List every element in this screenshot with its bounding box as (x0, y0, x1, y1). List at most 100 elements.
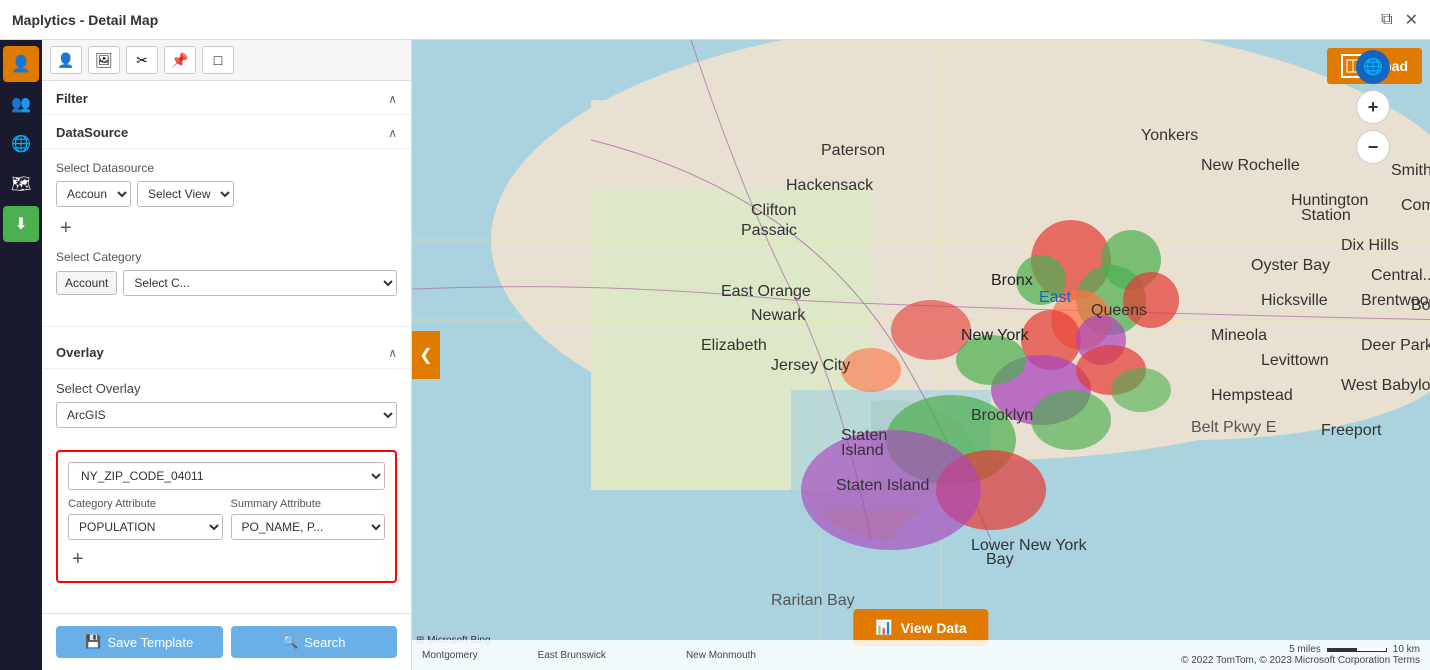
panel-tabs: 👤 🖼 ✂ 📌 □ (42, 40, 411, 81)
svg-text:Jersey City: Jersey City (771, 357, 850, 374)
summary-attribute-label: Summary Attribute (231, 498, 386, 510)
arcgis-row: ArcGIS (56, 402, 397, 428)
restore-button[interactable]: ⧉ (1381, 10, 1392, 30)
svg-text:East Orange: East Orange (721, 283, 811, 300)
map-area: Yonkers New Rochelle Paterson Hackensack… (412, 40, 1430, 670)
svg-text:Levittown: Levittown (1261, 352, 1329, 369)
overlay-title: Overlay (56, 345, 104, 360)
datasource-section-header[interactable]: DataSource ∧ (42, 115, 411, 149)
scale-bar: 5 miles 10 km (1289, 644, 1420, 655)
close-button[interactable]: ✕ (1405, 10, 1418, 30)
svg-text:Dix Hills: Dix Hills (1341, 237, 1399, 254)
datasource-chevron: ∧ (388, 126, 397, 140)
group-button[interactable]: 👥 (3, 86, 39, 122)
map-nav-left-button[interactable]: ❮ (412, 331, 440, 379)
search-icon: 🔍 (282, 634, 298, 650)
zip-code-dropdown[interactable]: NY_ZIP_CODE_04011 (68, 462, 385, 490)
search-button[interactable]: 🔍 Search (231, 626, 398, 658)
map-new-monmouth: New Monmouth (686, 650, 756, 661)
svg-text:Elizabeth: Elizabeth (701, 337, 767, 354)
svg-text:Hempstead: Hempstead (1211, 387, 1293, 404)
svg-text:Staten Island: Staten Island (836, 477, 929, 494)
globe-button[interactable]: 🌐 (3, 126, 39, 162)
side-panel: 👤 🖼 ✂ 📌 □ Filter ∧ DataSource ∧ Select D… (42, 40, 412, 670)
filter-section-header[interactable]: Filter ∧ (42, 81, 411, 115)
save-template-button[interactable]: 💾 Save Template (56, 626, 223, 658)
svg-text:Clifton: Clifton (751, 202, 796, 219)
map-button[interactable]: 🗺 (3, 166, 39, 202)
view-data-icon: 📊 (875, 619, 892, 636)
left-arrow-icon: ❮ (419, 345, 432, 365)
svg-text:Bronx: Bronx (991, 272, 1033, 289)
svg-text:Bohemia: Bohemia (1411, 297, 1430, 314)
datasource-title: DataSource (56, 125, 128, 140)
map-east-brunswick: East Brunswick (538, 650, 606, 661)
svg-text:Belt Pkwy E: Belt Pkwy E (1191, 419, 1276, 436)
svg-text:Commack: Commack (1401, 197, 1430, 214)
svg-text:Newark: Newark (751, 307, 806, 324)
search-label: Search (304, 635, 345, 650)
save-label: Save Template (107, 635, 193, 650)
select-datasource-label: Select Datasource (56, 161, 397, 175)
category-account-label: Account (56, 271, 117, 295)
arcgis-dropdown[interactable]: ArcGIS (56, 402, 397, 428)
add-overlay-button[interactable]: + (68, 548, 88, 571)
filter-title: Filter (56, 91, 88, 106)
map-montgomery: Montgomery (422, 650, 478, 661)
po-name-dropdown[interactable]: PO_NAME, P... (231, 514, 386, 540)
view-dropdown[interactable]: Select View (137, 181, 234, 207)
scale-km: 10 km (1393, 644, 1420, 655)
svg-text:Brooklyn: Brooklyn (971, 407, 1033, 424)
svg-text:Passaic: Passaic (741, 222, 797, 239)
svg-text:New York: New York (961, 327, 1030, 344)
svg-text:Oyster Bay: Oyster Bay (1251, 257, 1330, 274)
attr-dropdowns-row: POPULATION PO_NAME, P... (68, 514, 385, 540)
tab-person[interactable]: 👤 (50, 46, 82, 74)
tab-image[interactable]: 🖼 (88, 46, 120, 74)
map-svg: Yonkers New Rochelle Paterson Hackensack… (412, 40, 1430, 670)
zoom-in-button[interactable]: + (1356, 90, 1390, 124)
svg-text:East: East (1039, 289, 1072, 306)
select-overlay-label: Select Overlay (56, 381, 397, 396)
svg-text:Smithto...: Smithto... (1391, 162, 1430, 179)
main-layout: 👤 👥 🌐 🗺 ⬇ 👤 🖼 ✂ 📌 □ Filter ∧ DataSource … (0, 40, 1430, 670)
scale-line (1327, 648, 1387, 652)
plus-row-datasource: + (56, 217, 397, 240)
svg-text:Mineola: Mineola (1211, 327, 1267, 344)
svg-text:Paterson: Paterson (821, 142, 885, 159)
svg-text:Raritan Bay: Raritan Bay (771, 592, 855, 609)
scale-miles: 5 miles (1289, 644, 1321, 655)
filter-chevron: ∧ (388, 92, 397, 106)
select-category-label: Select Category (56, 250, 397, 264)
globe-icon: 🌐 (1356, 50, 1390, 84)
svg-text:New Rochelle: New Rochelle (1201, 157, 1300, 174)
zoom-out-button[interactable]: − (1356, 130, 1390, 164)
population-dropdown[interactable]: POPULATION (68, 514, 223, 540)
icon-rail: 👤 👥 🌐 🗺 ⬇ (0, 40, 42, 670)
account-dropdown[interactable]: Accoun (56, 181, 131, 207)
svg-text:West Babylon: West Babylon (1341, 377, 1430, 394)
svg-text:Bay: Bay (986, 551, 1014, 568)
svg-text:Freeport: Freeport (1321, 422, 1382, 439)
view-data-label: View Data (901, 620, 967, 636)
svg-text:Station: Station (1301, 207, 1351, 224)
datasource-content: Select Datasource Accoun Select View + S… (42, 149, 411, 318)
category-row: Account Select C... (56, 270, 397, 296)
overlay-section-header[interactable]: Overlay ∧ (42, 335, 411, 369)
tab-square[interactable]: □ (202, 46, 234, 74)
tab-cut[interactable]: ✂ (126, 46, 158, 74)
overlay-config-box: NY_ZIP_CODE_04011 Category Attribute Sum… (56, 450, 397, 583)
download-button[interactable]: ⬇ (3, 206, 39, 242)
svg-text:Island: Island (841, 442, 884, 459)
category-dropdown[interactable]: Select C... (123, 270, 397, 296)
map-controls: 🌐 + − (1356, 50, 1390, 164)
map-bottom-bar: Montgomery East Brunswick New Monmouth 5… (412, 640, 1430, 670)
app-title: Maplytics - Detail Map (12, 12, 158, 28)
save-icon: 💾 (85, 634, 101, 650)
svg-text:Hackensack: Hackensack (786, 177, 874, 194)
person-button[interactable]: 👤 (3, 46, 39, 82)
tab-pin[interactable]: 📌 (164, 46, 196, 74)
overlay-chevron: ∧ (388, 346, 397, 360)
add-datasource-button[interactable]: + (56, 217, 76, 240)
window-controls: ⧉ ✕ (1381, 10, 1418, 30)
